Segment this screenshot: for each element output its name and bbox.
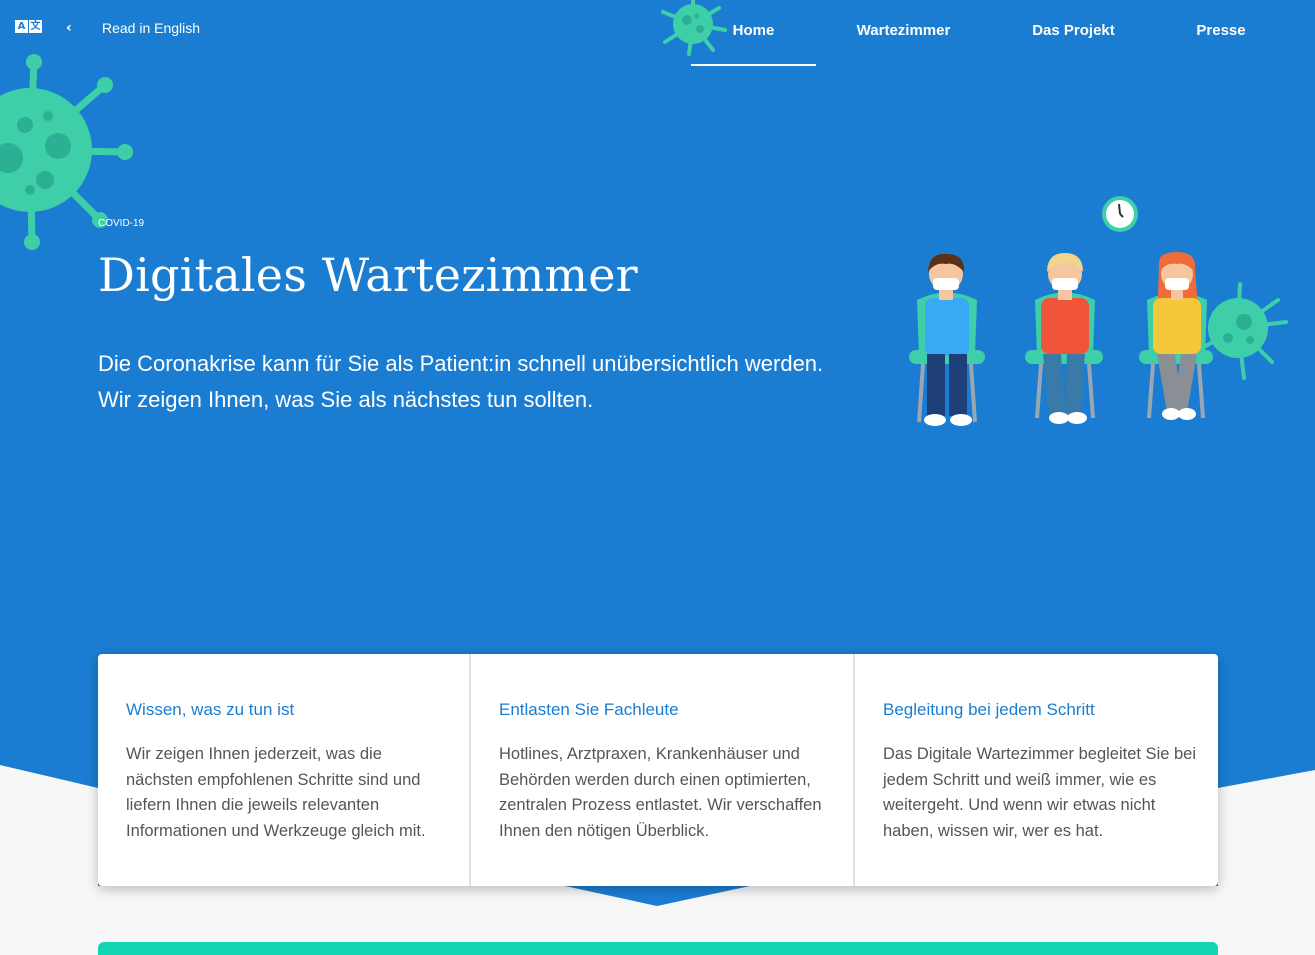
- feature-card-text: Das Digitale Wartezimmer begleitet Sie b…: [883, 745, 1197, 840]
- waiting-person-2: [1025, 253, 1103, 424]
- chevron-left-icon[interactable]: ‹: [66, 20, 80, 36]
- waiting-person-1: [909, 253, 985, 426]
- waiting-person-3: [1139, 252, 1213, 420]
- feature-card-text: Wir zeigen Ihnen jederzeit, was die näch…: [126, 745, 426, 840]
- hero-eyebrow: COVID-19: [98, 218, 145, 229]
- language-toggle-icon[interactable]: A 文: [15, 20, 42, 33]
- feature-cards: Wissen, was zu tun ist Wir zeigen Ihnen …: [98, 654, 1218, 886]
- nav-item-das-projekt[interactable]: Das Projekt: [991, 0, 1156, 66]
- feature-card-1: Wissen, was zu tun ist Wir zeigen Ihnen …: [98, 654, 469, 886]
- feature-card-title: Entlasten Sie Fachleute: [499, 700, 679, 719]
- page-title: Digitales Wartezimmer: [98, 248, 638, 302]
- feature-card-3: Begleitung bei jedem Schritt Das Digital…: [853, 654, 1218, 886]
- clock-icon: [1102, 196, 1138, 232]
- hero-section: A 文 ‹ Read in English Home Wartezimmer D…: [0, 0, 1315, 955]
- lang-icon-left: A: [15, 20, 28, 33]
- read-in-english-link[interactable]: Read in English: [102, 20, 200, 36]
- next-section-banner: [98, 942, 1218, 955]
- feature-card-2: Entlasten Sie Fachleute Hotlines, Arztpr…: [469, 654, 853, 886]
- main-nav: Home Wartezimmer Das Projekt Presse: [691, 0, 1286, 66]
- feature-card-title: Begleitung bei jedem Schritt: [883, 700, 1095, 719]
- feature-card-title: Wissen, was zu tun ist: [126, 700, 295, 719]
- feature-card-text: Hotlines, Arztpraxen, Krankenhäuser und …: [499, 745, 822, 840]
- hero-lead-text: Die Coronakrise kann für Sie als Patient…: [98, 351, 824, 412]
- waiting-room-illustration: [909, 196, 1213, 426]
- lang-icon-right: 文: [29, 20, 42, 33]
- nav-item-home[interactable]: Home: [691, 0, 816, 66]
- nav-item-wartezimmer[interactable]: Wartezimmer: [816, 0, 991, 66]
- nav-item-presse[interactable]: Presse: [1156, 0, 1286, 66]
